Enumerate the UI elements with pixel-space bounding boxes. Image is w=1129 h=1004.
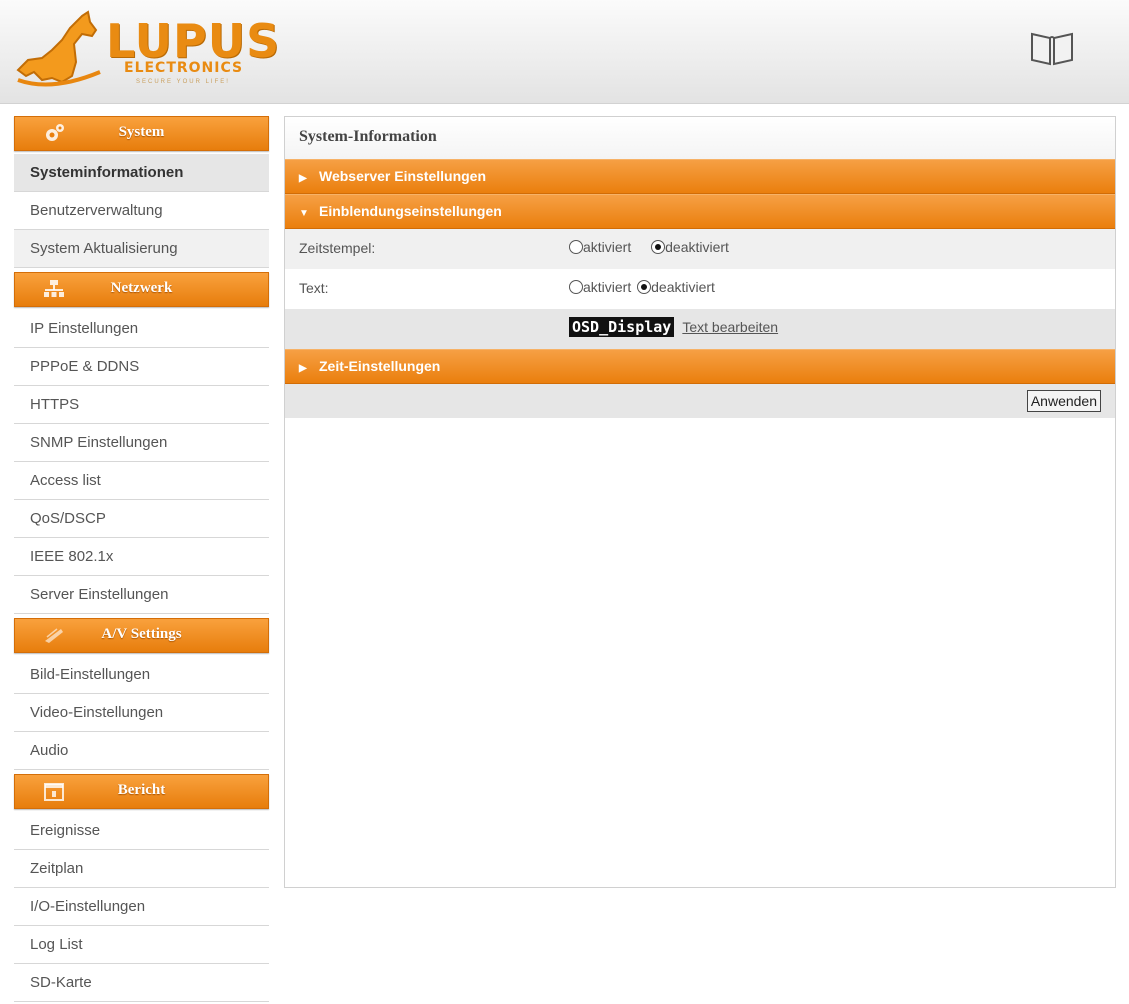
sidebar-section-netzwerk[interactable]: Netzwerk: [14, 272, 269, 307]
sidebar-item-snmp-einstellungen[interactable]: SNMP Einstellungen: [14, 424, 269, 462]
text-row: Text: aktiviert deaktiviert: [285, 269, 1115, 309]
sidebar-item-log-list[interactable]: Log List: [14, 926, 269, 964]
sidebar-item-sd-karte[interactable]: SD-Karte: [14, 964, 269, 1002]
page-title: System-Information: [285, 117, 1115, 159]
section-einblendungseinstellungen[interactable]: ▼ Einblendungseinstellungen: [285, 194, 1115, 229]
sidebar-item-zeitplan[interactable]: Zeitplan: [14, 850, 269, 888]
sidebar-item-video-einstellungen[interactable]: Video-Einstellungen: [14, 694, 269, 732]
logo-name: LUPUS: [106, 14, 281, 68]
sidebar-section-title: Netzwerk: [110, 280, 173, 296]
section-title: Zeit-Einstellungen: [319, 358, 441, 374]
option-label: aktiviert: [583, 239, 632, 255]
apply-button[interactable]: Anwenden: [1026, 390, 1101, 412]
radio-text-on[interactable]: [569, 280, 583, 294]
sidebar-item-https[interactable]: HTTPS: [14, 386, 269, 424]
text-label: Text:: [299, 280, 329, 296]
sidebar-item-server-einstellungen[interactable]: Server Einstellungen: [14, 576, 269, 614]
sidebar-section-system[interactable]: System: [14, 116, 269, 151]
logo-tagline: SECURE YOUR LIFE!: [136, 79, 230, 85]
chevron-down-icon: ▼: [299, 208, 309, 219]
main-panel: System-Information ▶ Webserver Einstellun…: [284, 116, 1116, 888]
sidebar-section-title: System: [118, 124, 165, 140]
sidebar-item-audio[interactable]: Audio: [14, 732, 269, 770]
logo-subtitle: ELECTRONICS: [124, 60, 244, 76]
text-options: aktiviert deaktiviert: [569, 279, 715, 295]
osd-row: OSD_Display Text bearbeiten: [285, 309, 1115, 349]
section-title: Webserver Einstellungen: [319, 168, 487, 184]
sidebar-item-qos-dscp[interactable]: QoS/DSCP: [14, 500, 269, 538]
option-label: aktiviert: [583, 279, 632, 295]
option-label: deaktiviert: [651, 279, 715, 295]
sidebar-section-title: Bericht: [117, 782, 166, 798]
radio-timestamp-on[interactable]: [569, 240, 583, 254]
apply-row: Anwenden: [285, 384, 1115, 418]
sidebar-item-access-list[interactable]: Access list: [14, 462, 269, 500]
section-webserver-einstellungen[interactable]: ▶ Webserver Einstellungen: [285, 159, 1115, 194]
manual-book-icon[interactable]: [1028, 28, 1076, 68]
edit-text-link[interactable]: Text bearbeiten: [682, 319, 778, 335]
sidebar-item-bild-einstellungen[interactable]: Bild-Einstellungen: [14, 656, 269, 694]
sidebar: System Systeminformationen Benutzerverwa…: [14, 116, 269, 1002]
text-option-on[interactable]: aktiviert: [569, 279, 631, 295]
chevron-right-icon: ▶: [299, 363, 307, 374]
sidebar-item-systeminformationen[interactable]: Systeminformationen: [14, 154, 269, 192]
sidebar-item-pppoe-ddns[interactable]: PPPoE & DDNS: [14, 348, 269, 386]
timestamp-row: Zeitstempel: aktiviert deaktiviert: [285, 229, 1115, 269]
header: LUPUS ELECTRONICS SECURE YOUR LIFE!: [0, 0, 1129, 104]
sidebar-item-io-einstellungen[interactable]: I/O-Einstellungen: [14, 888, 269, 926]
sidebar-item-ieee-8021x[interactable]: IEEE 802.1x: [14, 538, 269, 576]
sidebar-item-benutzerverwaltung[interactable]: Benutzerverwaltung: [14, 192, 269, 230]
osd-display-text: OSD_Display: [569, 317, 675, 337]
sidebar-item-ip-einstellungen[interactable]: IP Einstellungen: [14, 310, 269, 348]
text-option-off[interactable]: deaktiviert: [637, 279, 715, 295]
osd-controls: OSD_Display Text bearbeiten: [569, 317, 778, 337]
lupus-logo[interactable]: LUPUS ELECTRONICS SECURE YOUR LIFE!: [12, 10, 279, 92]
sidebar-section-title: A/V Settings: [101, 626, 182, 642]
timestamp-options: aktiviert deaktiviert: [569, 239, 745, 255]
timestamp-option-on[interactable]: aktiviert: [569, 239, 631, 255]
section-title: Einblendungseinstellungen: [319, 203, 502, 219]
sidebar-section-av-settings[interactable]: A/V Settings: [14, 618, 269, 653]
sidebar-item-system-aktualisierung[interactable]: System Aktualisierung: [14, 230, 269, 268]
timestamp-option-off[interactable]: deaktiviert: [651, 239, 729, 255]
sidebar-section-bericht[interactable]: Bericht: [14, 774, 269, 809]
option-label: deaktiviert: [665, 239, 729, 255]
radio-timestamp-off[interactable]: [651, 240, 666, 254]
section-zeit-einstellungen[interactable]: ▶ Zeit-Einstellungen: [285, 349, 1115, 384]
timestamp-label: Zeitstempel:: [299, 240, 376, 256]
radio-text-off[interactable]: [637, 280, 652, 294]
chevron-right-icon: ▶: [299, 173, 307, 184]
sidebar-item-ereignisse[interactable]: Ereignisse: [14, 812, 269, 850]
wolf-logo-icon: [16, 10, 101, 87]
